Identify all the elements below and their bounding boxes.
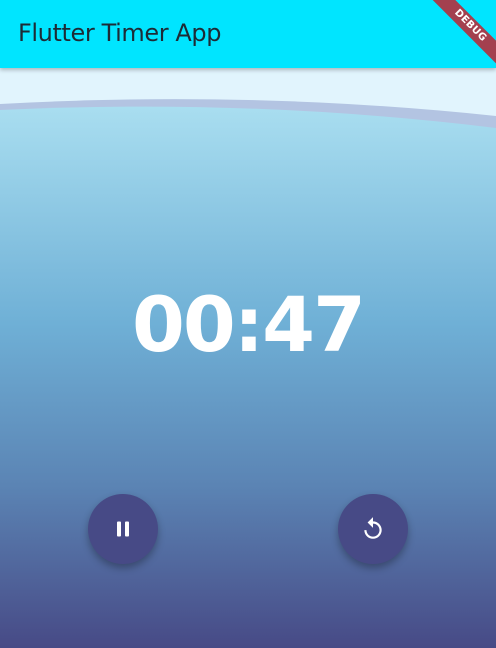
pause-icon — [117, 521, 129, 537]
pause-button[interactable] — [88, 494, 158, 564]
timer-display: 00:47 — [132, 280, 366, 369]
debug-ribbon-label: DEBUG — [421, 0, 496, 75]
replay-icon — [364, 517, 382, 539]
debug-banner: DEBUG — [416, 0, 496, 80]
reset-button[interactable] — [338, 494, 408, 564]
app-title: Flutter Timer App — [18, 19, 222, 47]
